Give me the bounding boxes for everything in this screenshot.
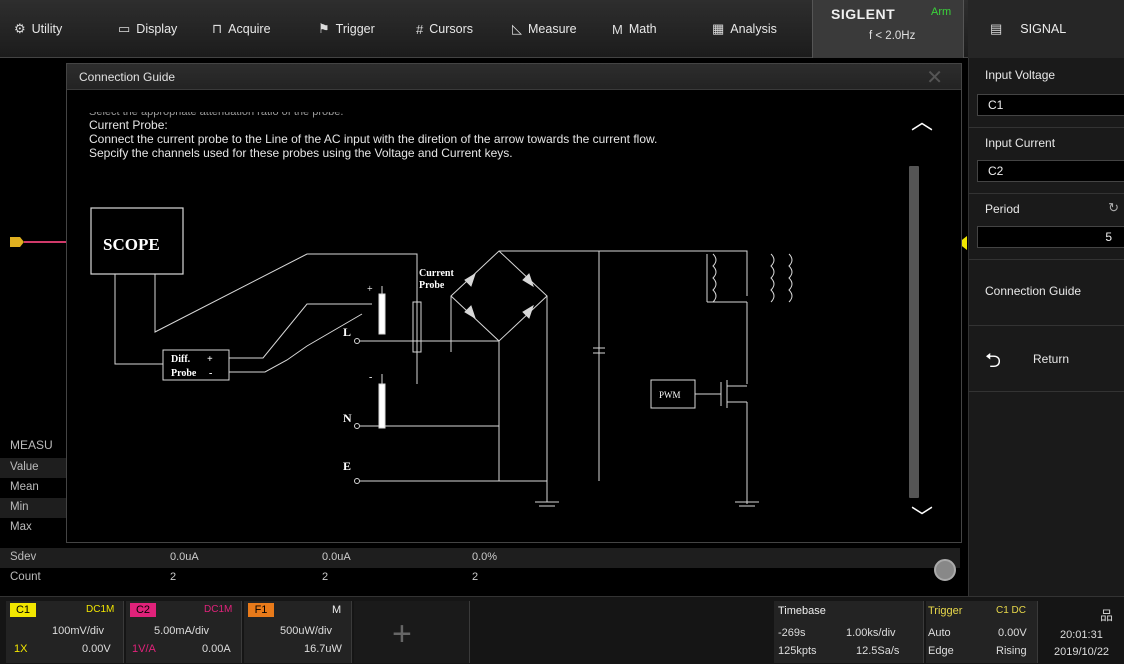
connection-guide-softkey[interactable]: Connection Guide xyxy=(969,260,1124,326)
menu-analysis[interactable]: ▦ Analysis xyxy=(712,0,777,58)
current-probe-label: Current xyxy=(419,268,454,279)
brand-status-box: SIGLENT Arm f < 2.0Hz xyxy=(812,0,964,58)
top-menu-bar: ⚙ Utility ▭ Display ⊓ Acquire ⚑ Trigger # Cur… xyxy=(0,0,1124,58)
monitor-icon: ▭ xyxy=(118,21,131,36)
guide-text-line: Sepcify the channels used for these prob… xyxy=(89,146,513,160)
channel-1-box[interactable]: C1 DC1M 100mV/div 1X 0.00V xyxy=(6,601,124,663)
analysis-icon: ▦ xyxy=(712,21,725,36)
input-voltage-softkey[interactable]: Input Voltage C1 xyxy=(969,58,1124,128)
menu-measure[interactable]: ◺ Measure xyxy=(512,0,577,58)
menu-trigger[interactable]: ⚑ Trigger xyxy=(318,0,375,58)
table-row: Count 2 2 2 xyxy=(10,571,479,583)
acquire-icon: ⊓ xyxy=(212,21,223,36)
measure-header: MEASU xyxy=(10,438,53,452)
connection-diagram: SCOPE Current Probe Diff. Probe + - + - … xyxy=(90,207,793,507)
return-icon: ⮌ xyxy=(985,350,1002,372)
menu-utility[interactable]: ⚙ Utility xyxy=(14,0,62,58)
probe-plus: + xyxy=(367,284,373,295)
trigger-frequency: f < 2.0Hz xyxy=(869,30,916,42)
plus-icon: + xyxy=(392,615,412,653)
input-voltage-value[interactable]: C1 xyxy=(977,94,1124,116)
current-probe-label: Probe xyxy=(419,280,445,291)
settings-knob-icon[interactable] xyxy=(934,559,956,581)
timebase-box[interactable]: Timebase -269s 1.00ks/div 125kpts 12.5Sa… xyxy=(774,601,924,663)
period-softkey[interactable]: Period ↻ 5 xyxy=(969,194,1124,260)
guide-text-line: Connect the current probe to the Line of… xyxy=(89,132,658,146)
network-icon: 品 xyxy=(1100,608,1114,623)
signal-icon: ▤ xyxy=(990,21,1003,36)
trigger-box[interactable]: Trigger C1 DC Auto 0.00V Edge Rising xyxy=(926,601,1038,663)
menu-cursors[interactable]: # Cursors xyxy=(416,0,473,58)
pwm-label: PWM xyxy=(659,390,681,400)
clock: 品 20:01:31 2019/10/22 xyxy=(1044,601,1122,663)
diff-probe-label: Probe xyxy=(171,368,197,379)
knob-icon: ↻ xyxy=(1108,200,1119,215)
diff-probe-plus: + xyxy=(207,354,213,365)
flag-icon: ⚑ xyxy=(318,21,330,36)
menu-acquire[interactable]: ⊓ Acquire xyxy=(212,0,271,58)
measure-icon: ◺ xyxy=(512,21,522,36)
signal-tab[interactable]: ▤ SIGNAL xyxy=(968,0,1124,58)
guide-text-line: Current Probe: xyxy=(89,118,168,132)
brand-logo: SIGLENT xyxy=(831,6,896,22)
acquisition-status: Arm xyxy=(931,6,952,18)
terminal-l: L xyxy=(343,325,351,339)
scroll-up-button[interactable]: ︿ xyxy=(911,104,933,136)
add-channel-button[interactable]: + xyxy=(354,601,470,663)
menu-math[interactable]: M Math xyxy=(612,0,657,58)
scope-label: SCOPE xyxy=(103,235,160,254)
channel-marker-icon xyxy=(10,237,66,247)
gear-icon: ⚙ xyxy=(14,21,26,36)
period-value[interactable]: 5 xyxy=(977,226,1124,248)
guide-text-line: Select the appropriate attenuation ratio… xyxy=(89,106,344,118)
diff-probe-minus: - xyxy=(209,368,212,379)
dialog-title: Connection Guide xyxy=(79,70,176,84)
terminal-n: N xyxy=(343,411,352,425)
function-1-box[interactable]: F1 M 500uW/div 16.7uW xyxy=(244,601,352,663)
right-softkey-panel: Input Voltage C1 Input Current C2 Period… xyxy=(968,58,1124,596)
connection-guide-dialog: Connection Guide ✕ Select the appropriat… xyxy=(66,63,962,543)
table-row: Sdev 0.0uA 0.0uA 0.0% xyxy=(0,548,960,568)
diff-probe-label: Diff. xyxy=(171,354,191,365)
cursors-icon: # xyxy=(416,21,424,37)
scroll-down-button[interactable]: ﹀ xyxy=(911,500,933,532)
channel-marker[interactable] xyxy=(10,236,66,247)
input-current-softkey[interactable]: Input Current C2 xyxy=(969,128,1124,194)
math-icon: M xyxy=(612,21,623,37)
channel-2-box[interactable]: C2 DC1M 5.00mA/div 1V/A 0.00A xyxy=(126,601,242,663)
scrollbar[interactable] xyxy=(909,166,919,498)
probe-minus: - xyxy=(369,372,372,383)
bottom-status-bar: C1 DC1M 100mV/div 1X 0.00V C2 DC1M 5.00m… xyxy=(0,596,1124,664)
close-icon[interactable]: ✕ xyxy=(926,65,943,90)
input-current-value[interactable]: C2 xyxy=(977,160,1124,182)
dialog-title-bar: Connection Guide ✕ xyxy=(67,64,961,90)
menu-display[interactable]: ▭ Display xyxy=(118,0,177,58)
return-softkey[interactable]: ⮌ Return xyxy=(969,326,1124,392)
terminal-e: E xyxy=(343,459,351,473)
